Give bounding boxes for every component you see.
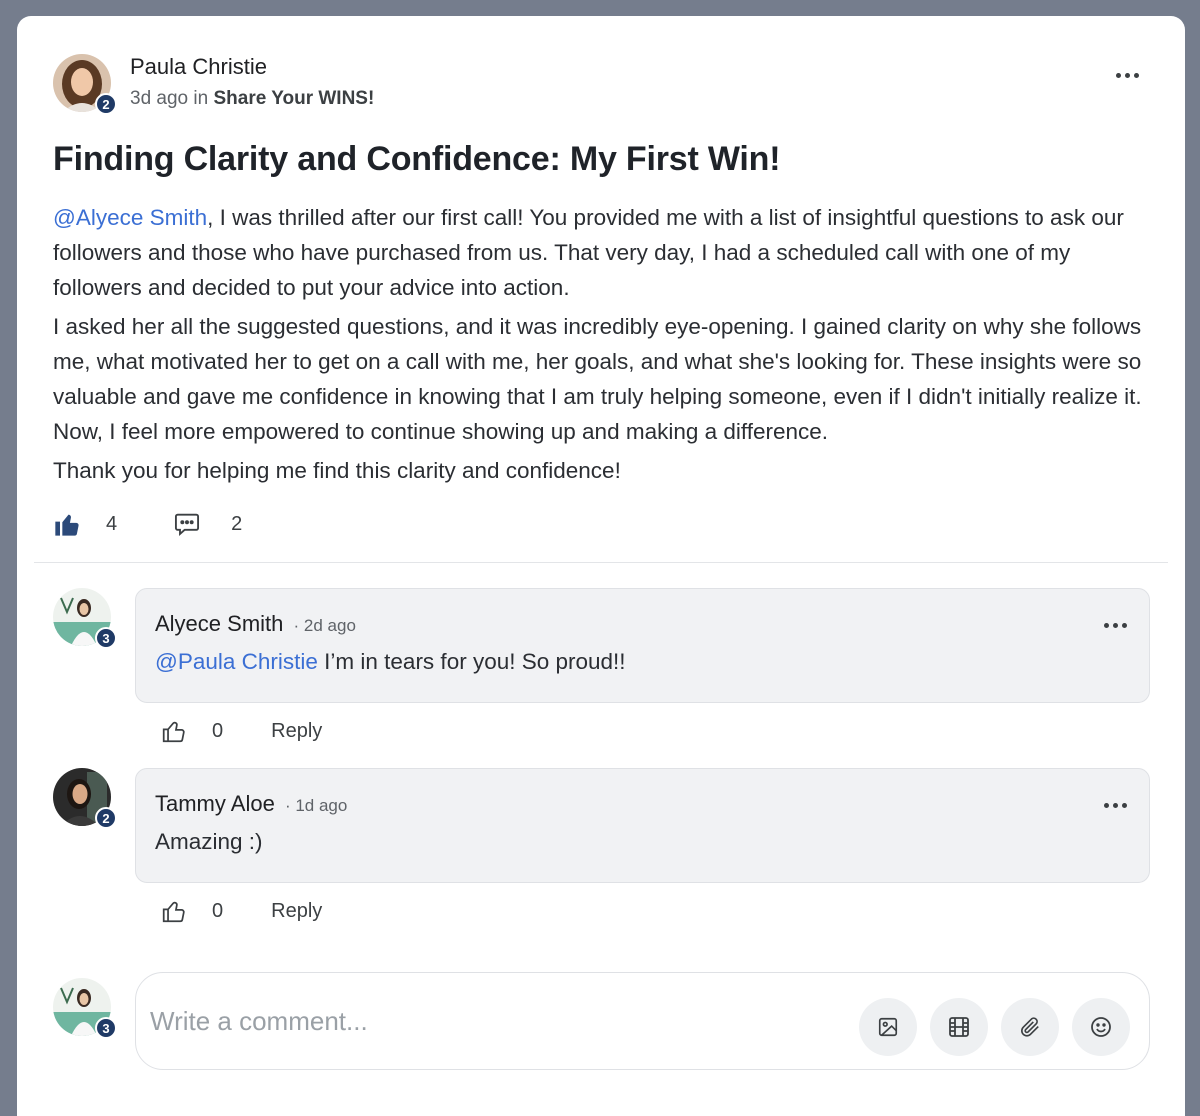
thumbs-up-outline-icon[interactable] [161, 718, 187, 744]
reply-button[interactable]: Reply [271, 720, 322, 743]
post-reactions: 4 2 [53, 510, 242, 538]
level-badge: 2 [95, 93, 117, 115]
post-group-link[interactable]: Share Your WINS! [213, 88, 374, 109]
like-count: 4 [106, 512, 118, 535]
thumbs-up-filled-icon [55, 514, 79, 536]
add-video-button[interactable] [930, 998, 988, 1056]
post-card: 2 Paula Christie 3d ago in Share Your WI… [17, 16, 1185, 1116]
comment-like-count: 0 [212, 899, 224, 922]
comment-count: 2 [231, 512, 243, 535]
comment-actions: 0 Reply [161, 898, 322, 924]
mention-link[interactable]: @Paula Christie [155, 649, 318, 674]
more-horizontal-icon [1103, 622, 1109, 628]
comment-actions: 0 Reply [161, 718, 322, 744]
comment-text: @Paula Christie I’m in tears for you! So… [155, 649, 626, 675]
current-user-avatar: 3 [53, 978, 117, 1039]
post-in-word: in [193, 88, 209, 109]
more-horizontal-icon [1103, 802, 1109, 808]
level-badge: 3 [95, 627, 117, 649]
comment-button[interactable]: 2 [173, 510, 242, 538]
mention-link[interactable]: @Alyece Smith [53, 205, 207, 230]
paperclip-icon [1021, 1017, 1039, 1037]
divider [34, 562, 1168, 563]
comment-time: · 2d ago [293, 616, 356, 635]
comment-header: Tammy Aloe · 1d ago [155, 791, 347, 817]
film-icon [949, 1017, 969, 1037]
comment: Tammy Aloe · 1d ago Amazing :) [135, 768, 1150, 883]
comment-more-button[interactable] [1099, 795, 1131, 815]
commenter-avatar[interactable]: 2 [53, 768, 117, 829]
comment-header: Alyece Smith · 2d ago [155, 611, 356, 637]
emoji-icon [1091, 1017, 1111, 1037]
attach-file-button[interactable] [1001, 998, 1059, 1056]
comment-like-count: 0 [212, 719, 224, 742]
comment-author[interactable]: Alyece Smith [155, 611, 283, 636]
emoji-button[interactable] [1072, 998, 1130, 1056]
post-paragraph: I asked her all the suggested questions,… [53, 314, 1142, 444]
level-badge: 2 [95, 807, 117, 829]
thumbs-up-outline-icon[interactable] [161, 898, 187, 924]
comment-more-button[interactable] [1099, 615, 1131, 635]
reply-button[interactable]: Reply [271, 900, 322, 923]
post-author-name[interactable]: Paula Christie [130, 54, 267, 80]
post-paragraph: Thank you for helping me find this clari… [53, 458, 621, 483]
post-meta: 3d ago in Share Your WINS! [130, 88, 374, 110]
post-paragraph: @Alyece Smith, I was thrilled after our … [53, 200, 1153, 305]
comment-text: Amazing :) [155, 829, 263, 854]
post-body: @Alyece Smith, I was thrilled after our … [53, 200, 1153, 492]
like-button[interactable]: 4 [53, 510, 117, 538]
post-text: , I was thrilled after our first call! Y… [53, 205, 1124, 300]
comment-composer [135, 972, 1150, 1070]
post-title: Finding Clarity and Confidence: My First… [53, 140, 781, 178]
post-more-button[interactable] [1111, 65, 1143, 85]
comment-bubble-icon [175, 513, 200, 536]
comment-author[interactable]: Tammy Aloe [155, 791, 275, 816]
level-badge: 3 [95, 1017, 117, 1039]
author-avatar[interactable]: 2 [53, 54, 117, 115]
more-horizontal-icon [1115, 72, 1121, 78]
comment: Alyece Smith · 2d ago @Paula Christie I’… [135, 588, 1150, 703]
add-image-button[interactable] [859, 998, 917, 1056]
commenter-avatar[interactable]: 3 [53, 588, 117, 649]
comment-body: I’m in tears for you! So proud!! [317, 649, 626, 674]
post-time: 3d ago [130, 88, 189, 109]
comment-input[interactable] [150, 1003, 830, 1039]
comment-time: · 1d ago [284, 796, 348, 815]
image-icon [878, 1017, 898, 1037]
